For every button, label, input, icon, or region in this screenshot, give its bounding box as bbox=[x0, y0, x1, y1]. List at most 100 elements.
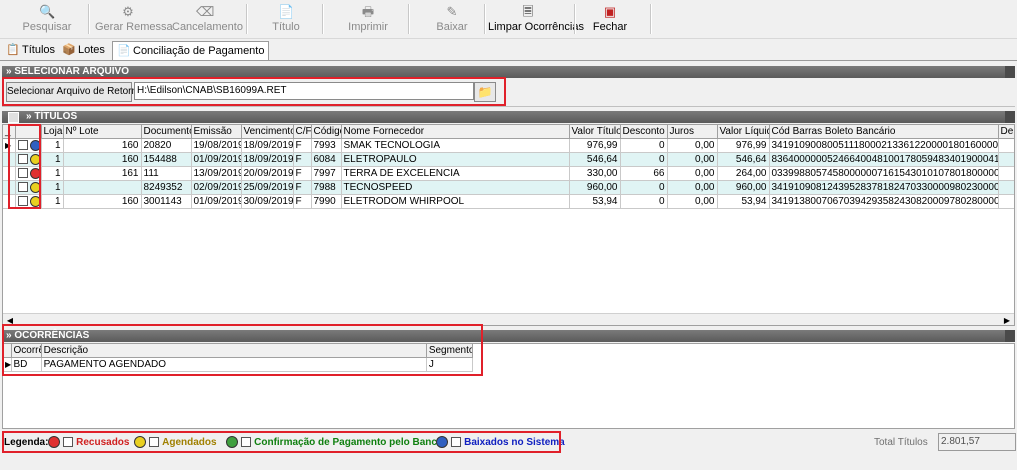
cell-extra bbox=[998, 180, 1014, 195]
cell-venc: 18/09/2019 bbox=[241, 152, 294, 167]
cell-cf: F bbox=[293, 194, 312, 209]
cell-cf: F bbox=[293, 138, 312, 153]
legenda-highlight bbox=[2, 431, 561, 453]
generate-icon: ⚙ bbox=[122, 4, 134, 19]
cell-extra bbox=[998, 152, 1014, 167]
cell-emissao: 01/09/2019 bbox=[191, 194, 242, 209]
cell-codigo: 7990 bbox=[311, 194, 342, 209]
table-row[interactable]: ▶ 1 160 20820 19/08/2019 18/09/2019 F 7993 SMAK… bbox=[3, 138, 1014, 153]
titulos-header-row: _ Loja Nº Lote Documento Emissão Vencimento C/… bbox=[3, 125, 1014, 139]
titulos-col-header[interactable]: Documento bbox=[141, 125, 192, 139]
cell-nome: SMAK TECNOLOGIA bbox=[341, 138, 570, 153]
door-exit-icon: ▣ bbox=[603, 4, 617, 19]
cell-barras: 3419109081243952837818247033000098023000… bbox=[769, 180, 999, 195]
scroll-right-icon[interactable]: ▶ bbox=[1000, 314, 1014, 325]
cell-venc: 25/09/2019 bbox=[241, 180, 294, 195]
cell-liquido: 960,00 bbox=[717, 180, 770, 195]
cell-loja: 1 bbox=[41, 166, 64, 181]
cell-cf: F bbox=[293, 180, 312, 195]
tab-titulos[interactable]: 📋 Títulos bbox=[2, 41, 59, 59]
titulos-col-header[interactable]: Cód Barras Boleto Bancário bbox=[769, 125, 999, 139]
titulos-col-header[interactable]: Loja bbox=[41, 125, 64, 139]
titulos-col-header[interactable]: Nome Fornecedor bbox=[341, 125, 570, 139]
cell-juros: 0,00 bbox=[667, 138, 718, 153]
gerar-remessa-button[interactable]: ⚙ Gerar Remessa bbox=[95, 2, 173, 36]
cell-loja: 1 bbox=[41, 152, 64, 167]
binoculars-icon: 🔍 bbox=[39, 4, 56, 19]
cell-codigo: 6084 bbox=[311, 152, 342, 167]
cell-lote: 160 bbox=[63, 152, 142, 167]
cell-desc: 0 bbox=[620, 138, 668, 153]
titulos-col-header[interactable]: Desconto bbox=[620, 125, 668, 139]
pesquisar-button[interactable]: 🔍 Pesquisar bbox=[18, 2, 76, 36]
cell-emissao: 01/09/2019 bbox=[191, 152, 242, 167]
titulos-grid: _ Loja Nº Lote Documento Emissão Vencimento C/… bbox=[2, 124, 1015, 326]
titulos-col-header[interactable]: Valor Líquido bbox=[717, 125, 770, 139]
cell-cf: F bbox=[293, 166, 312, 181]
document-icon: 📄 bbox=[278, 4, 295, 19]
ocorrencias-highlight bbox=[2, 324, 483, 376]
cell-desc: 66 bbox=[620, 166, 668, 181]
titulos-col-header[interactable]: C/F bbox=[293, 125, 312, 139]
cell-juros: 0,00 bbox=[667, 180, 718, 195]
cell-liquido: 264,00 bbox=[717, 166, 770, 181]
cell-valor: 330,00 bbox=[569, 166, 621, 181]
cell-desc: 0 bbox=[620, 152, 668, 167]
cancelamento-button[interactable]: ⌫ Cancelamento bbox=[172, 2, 243, 36]
cell-doc: 111 bbox=[141, 166, 192, 181]
titulos-col-header[interactable]: Vencimento bbox=[241, 125, 294, 139]
titulos-col-header[interactable]: Nº Lote bbox=[63, 125, 142, 139]
tab-lotes[interactable]: 📦 Lotes bbox=[58, 41, 109, 59]
selecionar-highlight bbox=[2, 77, 506, 106]
cell-doc: 154488 bbox=[141, 152, 192, 167]
cell-venc: 18/09/2019 bbox=[241, 138, 294, 153]
cell-nome: TECNOSPEED bbox=[341, 180, 570, 195]
titulos-col-header[interactable]: Emissão bbox=[191, 125, 242, 139]
cell-venc: 30/09/2019 bbox=[241, 194, 294, 209]
cell-emissao: 13/09/2019 bbox=[191, 166, 242, 181]
cell-juros: 0,00 bbox=[667, 194, 718, 209]
cell-liquido: 53,94 bbox=[717, 194, 770, 209]
printer-icon: 🖶 bbox=[361, 4, 375, 19]
titulo-button[interactable]: 📄 Título bbox=[266, 2, 306, 36]
baixar-icon: ✎ bbox=[446, 4, 458, 19]
cell-extra bbox=[998, 194, 1014, 209]
titulos-tab-icon: 📋 bbox=[6, 44, 20, 56]
cell-barras: 0339988057458000000716154301010780180000… bbox=[769, 166, 999, 181]
titulos-col-header[interactable]: Código bbox=[311, 125, 342, 139]
cell-juros: 0,00 bbox=[667, 166, 718, 181]
tab-conciliacao[interactable]: 📄 Conciliação de Pagamento bbox=[112, 41, 270, 60]
lotes-tab-icon: 📦 bbox=[62, 44, 76, 56]
imprimir-button[interactable]: 🖶 Imprimir bbox=[345, 2, 391, 36]
total-titulos-value: 2.801,57 bbox=[938, 433, 1016, 451]
conciliacao-tab-icon: 📄 bbox=[117, 45, 131, 57]
titulos-col-header[interactable]: Valor Título bbox=[569, 125, 621, 139]
cell-cf: F bbox=[293, 152, 312, 167]
cell-valor: 976,99 bbox=[569, 138, 621, 153]
table-row[interactable]: 1 160 154488 01/09/2019 18/09/2019 F 6084 ELETR… bbox=[3, 152, 1014, 167]
cell-loja: 1 bbox=[41, 138, 64, 153]
cell-barras: 3419109008005111800021336122000018016000… bbox=[769, 138, 999, 153]
cell-desc: 0 bbox=[620, 194, 668, 209]
cell-barras: 8364000000524664004810017805948340190004… bbox=[769, 152, 999, 167]
titulos-header: » TÍTULOS bbox=[2, 111, 1015, 123]
cell-nome: TERRA DE EXCELENCIA bbox=[341, 166, 570, 181]
titulos-col-header[interactable]: De bbox=[998, 125, 1014, 139]
limpar-ocorrencias-button[interactable]: 🗏 Limpar Ocorrências bbox=[488, 2, 584, 36]
table-row[interactable]: 1 161 111 13/09/2019 20/09/2019 F 7997 TERRA DE… bbox=[3, 166, 1014, 181]
table-row[interactable]: 1 160 3001143 01/09/2019 30/09/2019 F 7990 ELET… bbox=[3, 194, 1014, 209]
fechar-button[interactable]: ▣ Fechar bbox=[590, 2, 630, 36]
cancel-icon: ⌫ bbox=[196, 4, 215, 19]
cell-extra bbox=[998, 138, 1014, 153]
titulos-col-header[interactable]: Juros bbox=[667, 125, 718, 139]
cell-codigo: 7988 bbox=[311, 180, 342, 195]
titulos-header-checkbox[interactable] bbox=[8, 112, 19, 123]
cell-nome: ELETRODOM WHIRPOOL bbox=[341, 194, 570, 209]
cell-codigo: 7993 bbox=[311, 138, 342, 153]
status-column-highlight bbox=[8, 124, 41, 209]
cell-valor: 960,00 bbox=[569, 180, 621, 195]
baixar-button[interactable]: ✎ Baixar bbox=[432, 2, 472, 36]
cell-valor: 546,64 bbox=[569, 152, 621, 167]
toolbar: 🔍 Pesquisar ⚙ Gerar Remessa ⌫ Cancelamen… bbox=[0, 0, 1017, 39]
table-row[interactable]: 1 8249352 02/09/2019 25/09/2019 F 7988 TECNOSP… bbox=[3, 180, 1014, 195]
